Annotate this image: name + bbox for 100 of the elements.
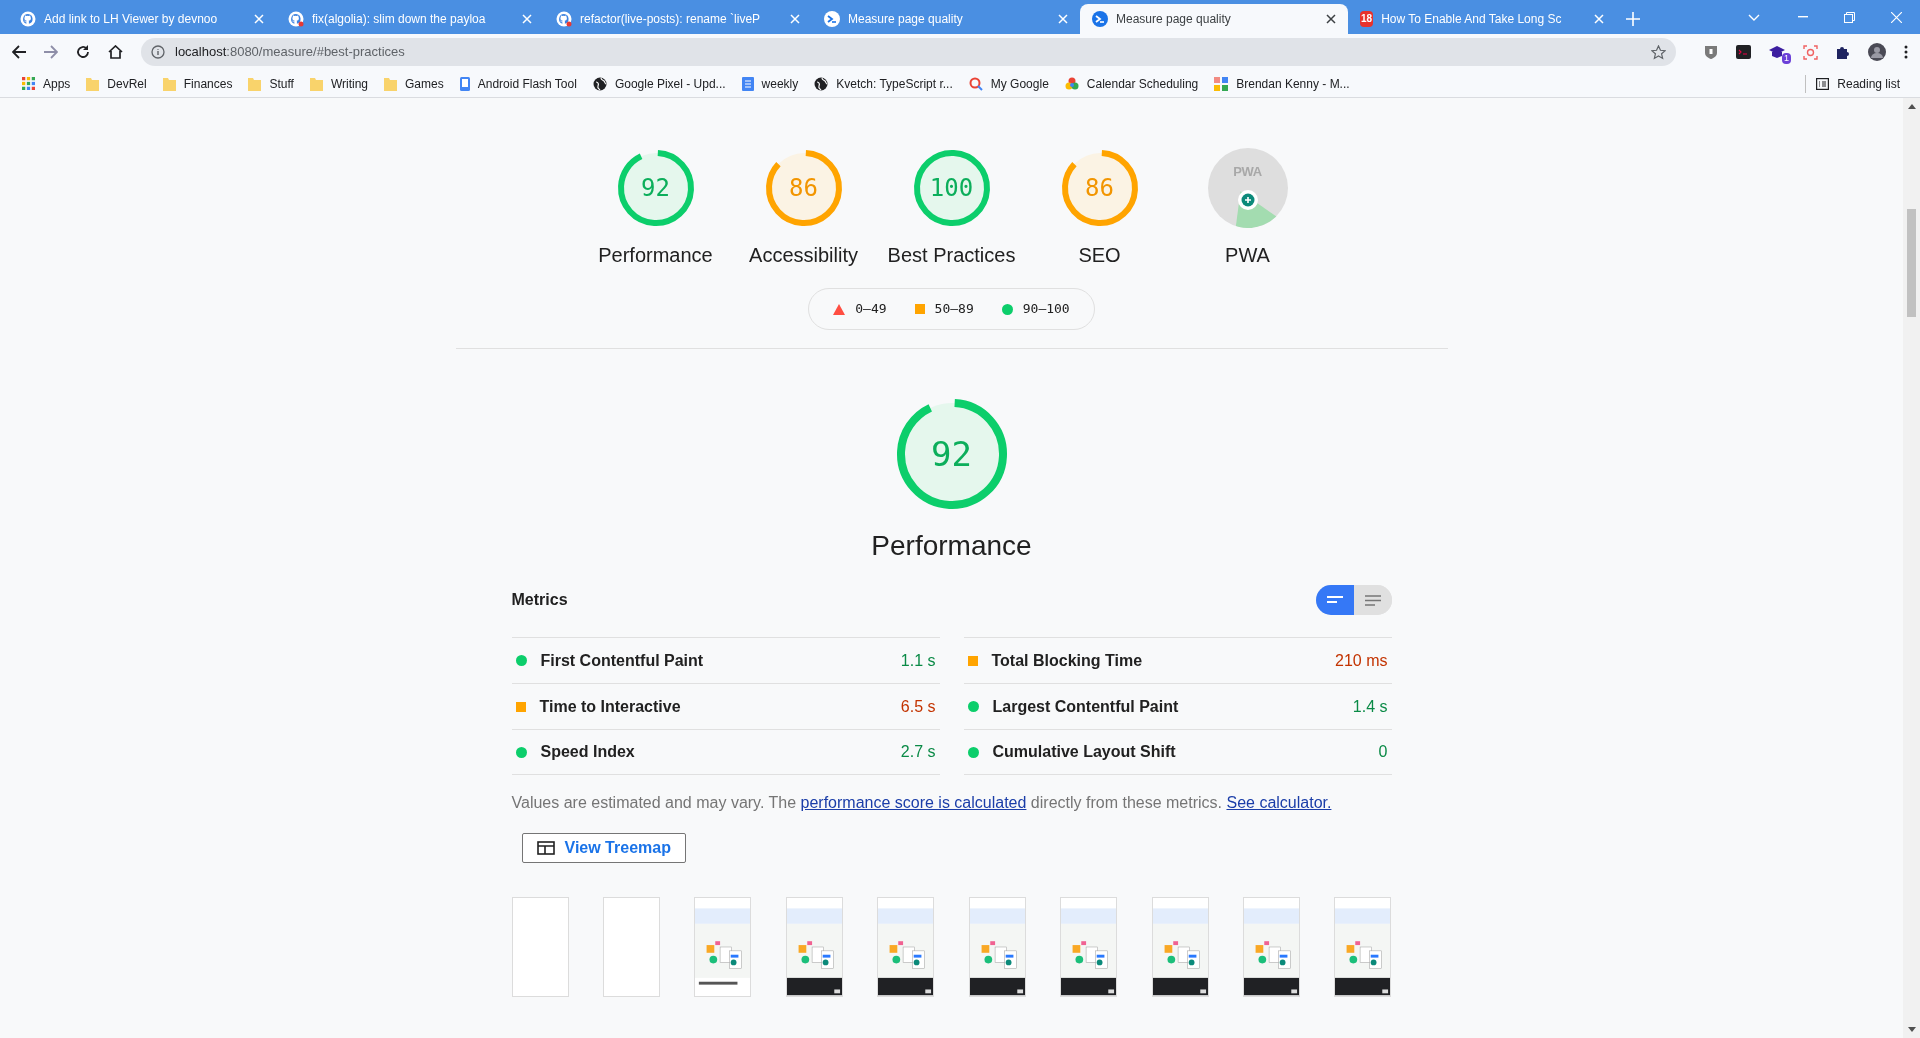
reading-list-button[interactable]: Reading list <box>1816 74 1900 93</box>
github-icon <box>556 11 572 27</box>
folder-icon <box>86 76 100 91</box>
bookmark[interactable]: Finances <box>154 74 241 93</box>
lines-icon <box>1326 596 1343 604</box>
metric-value: 210 ms <box>1335 650 1388 671</box>
bookmark[interactable]: Writing <box>301 74 376 93</box>
extension-badge: 1 <box>1782 53 1791 64</box>
scrollbar[interactable] <box>1903 98 1920 1038</box>
close-window-icon[interactable] <box>1891 12 1902 23</box>
metric-name: Time to Interactive <box>539 696 682 717</box>
bookmark[interactable]: My Google <box>960 74 1057 93</box>
calculator-link[interactable]: See calculator. <box>1226 794 1332 811</box>
metric-name: First Contentful Paint <box>540 650 705 671</box>
folder-icon <box>384 76 397 91</box>
tab-title: Measure page quality <box>1116 11 1232 28</box>
category-label[interactable]: Performance <box>598 240 713 270</box>
category-label[interactable]: SEO <box>1078 240 1121 270</box>
bookmark[interactable]: Apps <box>14 74 79 93</box>
category-label[interactable]: Accessibility <box>749 240 858 270</box>
bookmark[interactable]: Kvetch: TypeScript r... <box>806 74 961 93</box>
document-icon <box>741 76 754 91</box>
new-tab-icon[interactable] <box>1626 12 1640 26</box>
bookmark[interactable]: Google Pixel - Upd... <box>584 74 734 93</box>
chevron-logo-icon <box>1092 11 1108 27</box>
apps-grid-icon <box>22 77 35 90</box>
bookmark[interactable]: Stuff <box>240 74 302 93</box>
pwa-badge-icon <box>1207 148 1288 228</box>
minimize-icon[interactable] <box>1798 16 1808 18</box>
browser-tab[interactable]: 18 How To Enable And Take Long Sc <box>1348 4 1616 34</box>
graduation-cap-icon[interactable] <box>1769 45 1785 59</box>
metric-name: Speed Index <box>540 742 636 762</box>
bookmark[interactable]: Calendar Scheduling <box>1056 74 1207 93</box>
url-text: localhost:8080/measure/#best-practices <box>175 43 406 62</box>
bookmark[interactable]: DevRel <box>78 74 155 93</box>
star-icon[interactable] <box>1651 44 1666 60</box>
tab-title: fix(algolia): slim down the payloa <box>312 11 487 28</box>
scrollbar-thumb[interactable] <box>1907 209 1916 317</box>
metric-value: 2.7 s <box>900 742 936 762</box>
github-icon <box>288 11 304 27</box>
chevron-logo-icon <box>824 11 840 27</box>
category-label[interactable]: Best Practices <box>887 240 1016 270</box>
address-bar[interactable]: localhost:8080/measure/#best-practices <box>141 38 1676 66</box>
home-icon[interactable] <box>108 45 123 59</box>
close-icon[interactable] <box>1326 14 1336 24</box>
tab-title: refactor(live-posts): rename `liveP <box>580 11 762 28</box>
list-icon <box>1816 77 1830 90</box>
back-arrow-icon[interactable] <box>12 45 26 59</box>
globe-icon <box>592 76 607 91</box>
avatar-icon[interactable] <box>1868 43 1886 61</box>
more-menu-icon[interactable] <box>1904 45 1908 59</box>
view-treemap-button[interactable]: View Treemap <box>521 833 686 863</box>
metric-value: 6.5 s <box>900 696 936 717</box>
legend-range: 0–49 <box>855 300 887 319</box>
metric-name: Largest Contentful Paint <box>992 696 1180 717</box>
metric-value: 0 <box>1378 742 1388 762</box>
treemap-icon <box>536 841 555 855</box>
shield-icon[interactable] <box>1704 44 1718 60</box>
tab-title: Add link to LH Viewer by devnoo <box>44 11 219 28</box>
phone-icon <box>459 76 470 91</box>
bookmark[interactable]: Brendan Kenny - M... <box>1206 74 1358 93</box>
metric-value: 1.4 s <box>1352 696 1388 717</box>
bookmark[interactable]: weekly <box>733 74 807 93</box>
terminal-icon[interactable] <box>1736 45 1751 59</box>
view-toggle[interactable] <box>1315 585 1354 615</box>
folder-icon <box>248 76 262 91</box>
tab-title: Measure page quality <box>848 11 964 28</box>
metrics-heading: Metrics <box>511 590 568 610</box>
site-logo-icon: 18 <box>1360 11 1374 27</box>
scroll-up-icon[interactable] <box>1907 104 1916 109</box>
puzzle-icon[interactable] <box>1836 45 1850 59</box>
metric-name: Total Blocking Time <box>991 650 1144 671</box>
info-icon <box>151 45 165 59</box>
browser-tab[interactable]: Measure page quality <box>1080 4 1348 34</box>
score-value: 86 <box>789 173 818 204</box>
camera-focus-icon[interactable] <box>1803 44 1818 60</box>
category-title: Performance <box>871 529 1032 563</box>
legend-range: 90–100 <box>1022 300 1070 319</box>
score-value: 92 <box>641 173 670 204</box>
colorful-ring-icon <box>1064 76 1079 91</box>
score-value: 92 <box>931 432 972 476</box>
metric-name: Cumulative Layout Shift <box>992 742 1177 762</box>
tab-title: How To Enable And Take Long Sc <box>1381 11 1563 28</box>
bookmark[interactable]: Games <box>376 74 452 93</box>
folder-icon <box>309 76 323 91</box>
search-icon <box>968 76 983 91</box>
category-label[interactable]: PWA <box>1225 240 1270 270</box>
scroll-down-icon[interactable] <box>1907 1027 1916 1032</box>
score-link[interactable]: performance score is calculated <box>800 794 1027 811</box>
legend-range: 50–89 <box>934 300 974 319</box>
github-icon <box>20 11 36 27</box>
globe-icon <box>814 76 829 91</box>
metric-value: 1.1 s <box>900 650 936 671</box>
reload-icon[interactable] <box>76 45 90 59</box>
metrics-note: Values are estimated and may vary. The performance score is calculated directly from these metrics. See calculator. <box>511 793 1333 813</box>
lines-icon <box>1364 594 1381 606</box>
dropdown-icon[interactable] <box>1748 14 1760 22</box>
bookmark[interactable]: Android Flash Tool <box>451 74 585 93</box>
restore-icon[interactable] <box>1844 12 1855 23</box>
forward-arrow-icon[interactable] <box>44 45 58 59</box>
